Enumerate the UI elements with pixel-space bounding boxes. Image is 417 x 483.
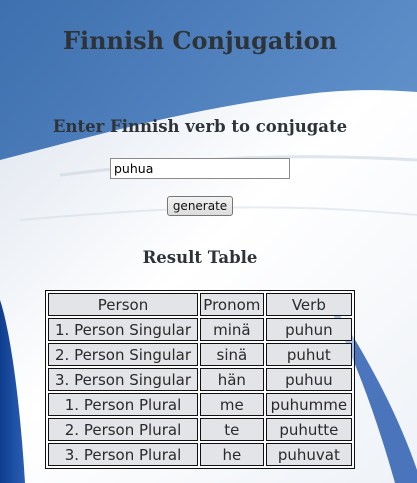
- verb-form-cell: puhuu: [265, 368, 352, 391]
- pronoun-cell: hän: [200, 368, 264, 391]
- table-row: 2. Person Plural te puhutte: [48, 418, 352, 441]
- pronoun-cell: me: [200, 393, 264, 416]
- person-cell: 2. Person Singular: [48, 343, 198, 366]
- column-header-person: Person: [48, 293, 198, 316]
- person-cell: 1. Person Singular: [48, 318, 198, 341]
- person-cell: 3. Person Plural: [48, 443, 198, 466]
- verb-prompt-heading: Enter Finnish verb to conjugate: [52, 117, 348, 136]
- column-header-verb: Verb: [265, 293, 352, 316]
- verb-input[interactable]: [110, 158, 290, 179]
- verb-form-cell: puhun: [265, 318, 352, 341]
- pronoun-cell: sinä: [200, 343, 264, 366]
- verb-form-cell: puhutte: [265, 418, 352, 441]
- verb-form-cell: puhut: [265, 343, 352, 366]
- table-row: 1. Person Plural me puhumme: [48, 393, 352, 416]
- table-row: 3. Person Singular hän puhuu: [48, 368, 352, 391]
- table-header-row: Person Pronom Verb: [48, 293, 352, 316]
- generate-button[interactable]: generate: [167, 196, 233, 216]
- verb-form-cell: puhuvat: [265, 443, 352, 466]
- result-table-title: Result Table: [142, 248, 258, 267]
- page-title: Finnish Conjugation: [62, 26, 338, 55]
- table-row: 3. Person Plural he puhuvat: [48, 443, 352, 466]
- page-content: Finnish Conjugation Enter Finnish verb t…: [0, 0, 417, 483]
- person-cell: 2. Person Plural: [48, 418, 198, 441]
- pronoun-cell: te: [200, 418, 264, 441]
- result-table: Person Pronom Verb 1. Person Singular mi…: [45, 290, 355, 469]
- person-cell: 1. Person Plural: [48, 393, 198, 416]
- pronoun-cell: minä: [200, 318, 264, 341]
- verb-form-cell: puhumme: [265, 393, 352, 416]
- column-header-pronoun: Pronom: [200, 293, 264, 316]
- table-row: 1. Person Singular minä puhun: [48, 318, 352, 341]
- table-row: 2. Person Singular sinä puhut: [48, 343, 352, 366]
- person-cell: 3. Person Singular: [48, 368, 198, 391]
- pronoun-cell: he: [200, 443, 264, 466]
